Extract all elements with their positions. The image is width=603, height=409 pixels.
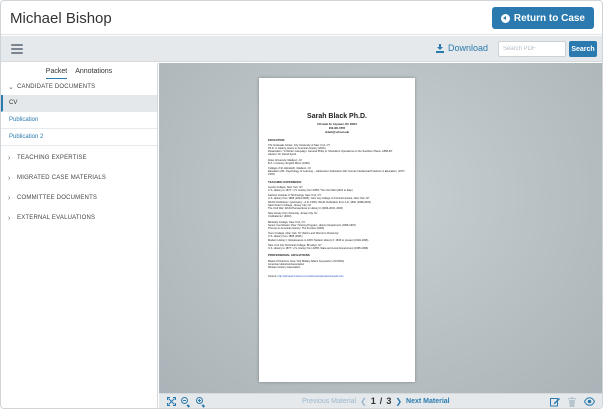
chevron-right-icon: › — [8, 194, 11, 202]
tab-packet[interactable]: Packet — [45, 68, 68, 79]
section-external-evaluations[interactable]: › EXTERNAL EVALUATIONS — [1, 210, 157, 226]
doc-phone: 202-321-5555 — [328, 127, 346, 131]
sidebar-item-publication[interactable]: Publication — [1, 112, 157, 129]
doc-entry: Fashion Institute of Technology, New Yor… — [268, 194, 371, 211]
page-title: Michael Bishop — [10, 10, 112, 27]
section-label: CANDIDATE DOCUMENTS — [17, 84, 96, 90]
doc-entry: Berkeley College, New York, NY Senior Co… — [268, 220, 356, 231]
hamburger-icon[interactable] — [11, 44, 23, 54]
doc-source: Source: http://jobsearch.about.com/od/cv… — [268, 275, 344, 279]
pager: Previous Material ❮ 1 / 3 ❯ Next Materia… — [302, 396, 450, 406]
section-label: TEACHING EXPERTISE — [17, 155, 87, 161]
page-current: 1 — [370, 396, 376, 406]
section-label: MIGRATED CASE MATERIALS — [17, 175, 107, 181]
doc-entry: New Jersey City University, Jersey City,… — [268, 212, 318, 219]
previous-material-button[interactable]: Previous Material — [302, 398, 356, 405]
doc-name: Sarah Black Ph.D. — [307, 113, 367, 120]
header: Michael Bishop Return to Case — [1, 1, 602, 35]
chevron-left-icon[interactable]: ❮ — [360, 397, 367, 406]
section-migrated-case-materials[interactable]: › MIGRATED CASE MATERIALS — [1, 170, 157, 186]
section-label: EXTERNAL EVALUATIONS — [17, 215, 96, 221]
doc-entry: The Graduate Center, City University of … — [268, 143, 393, 157]
doc-heading-education: EDUCATION — [268, 137, 285, 142]
download-label: Download — [447, 43, 488, 53]
app-frame: Michael Bishop Return to Case Download S… — [0, 0, 603, 409]
eye-icon[interactable] — [583, 397, 596, 406]
doc-entry: Drew University, Madison, NJ B.A. in His… — [268, 158, 310, 165]
doc-address: 123 main St. Anytown, DC 20001 — [317, 123, 357, 126]
edit-icon[interactable] — [550, 397, 560, 407]
sidebar-tabs: Packet Annotations — [1, 63, 157, 79]
return-circle-icon — [500, 13, 510, 23]
page-total: 3 — [386, 396, 392, 406]
return-to-case-label: Return to Case — [513, 12, 585, 24]
doc-entry: Hunter College, New York, NY U.S. Histor… — [268, 185, 353, 193]
section-candidate-documents[interactable]: ⌄ CANDIDATE DOCUMENTS — [1, 79, 157, 95]
pdf-page: Sarah Black Ph.D. 123 main St. Anytown, … — [259, 78, 415, 382]
sidebar-item-publication-2[interactable]: Publication 2 — [1, 129, 157, 146]
doc-heading-affiliations: PROFESSIONAL AFFILIATIONS — [268, 253, 310, 258]
doc-entry: Board of Directors, New York Military Af… — [268, 259, 345, 269]
toolbar: Download Search — [1, 36, 602, 62]
section-committee-documents[interactable]: › COMMITTEE DOCUMENTS — [1, 190, 157, 206]
sidebar: Packet Annotations ⌄ CANDIDATE DOCUMENTS… — [1, 63, 158, 408]
pdf-viewer[interactable]: Sarah Black Ph.D. 123 main St. Anytown, … — [159, 63, 602, 393]
section-teaching-expertise[interactable]: › TEACHING EXPERTISE — [1, 150, 157, 166]
bottom-bar: Previous Material ❮ 1 / 3 ❯ Next Materia… — [159, 393, 602, 408]
zoom-out-icon[interactable] — [181, 397, 188, 404]
return-to-case-button[interactable]: Return to Case — [491, 7, 594, 29]
chevron-right-icon: › — [8, 154, 11, 162]
sidebar-item-cv[interactable]: CV — [1, 95, 157, 112]
chevron-down-icon: ⌄ — [8, 84, 15, 91]
zoom-in-icon[interactable] — [196, 397, 203, 404]
chevron-right-icon[interactable]: ❯ — [395, 397, 402, 406]
doc-entry: New York City Technical College, Brookly… — [268, 243, 369, 251]
section-label: COMMITTEE DOCUMENTS — [17, 195, 98, 201]
search-button[interactable]: Search — [569, 41, 597, 57]
doc-heading-teaching: TEACHING EXPERIENCE — [268, 179, 302, 184]
page-separator: / — [379, 396, 383, 406]
doc-entry: College of St. Elizabeth, Madison, NJ Ed… — [268, 167, 406, 177]
doc-email: sblack@school.edu — [324, 131, 350, 135]
search-pdf-input[interactable] — [498, 41, 566, 57]
trash-icon[interactable] — [568, 397, 577, 407]
expand-icon[interactable] — [167, 397, 176, 406]
doc-source-link[interactable]: http://jobsearch.about.com/od/cvsamples/… — [278, 275, 344, 278]
chevron-right-icon: › — [8, 214, 11, 222]
download-icon — [435, 43, 444, 53]
tab-annotations[interactable]: Annotations — [75, 68, 112, 79]
chevron-right-icon: › — [8, 174, 11, 182]
next-material-button[interactable]: Next Material — [406, 398, 450, 405]
doc-entry: Touro College, New York, NY (Men's and W… — [268, 232, 369, 242]
download-button[interactable]: Download — [435, 43, 488, 53]
